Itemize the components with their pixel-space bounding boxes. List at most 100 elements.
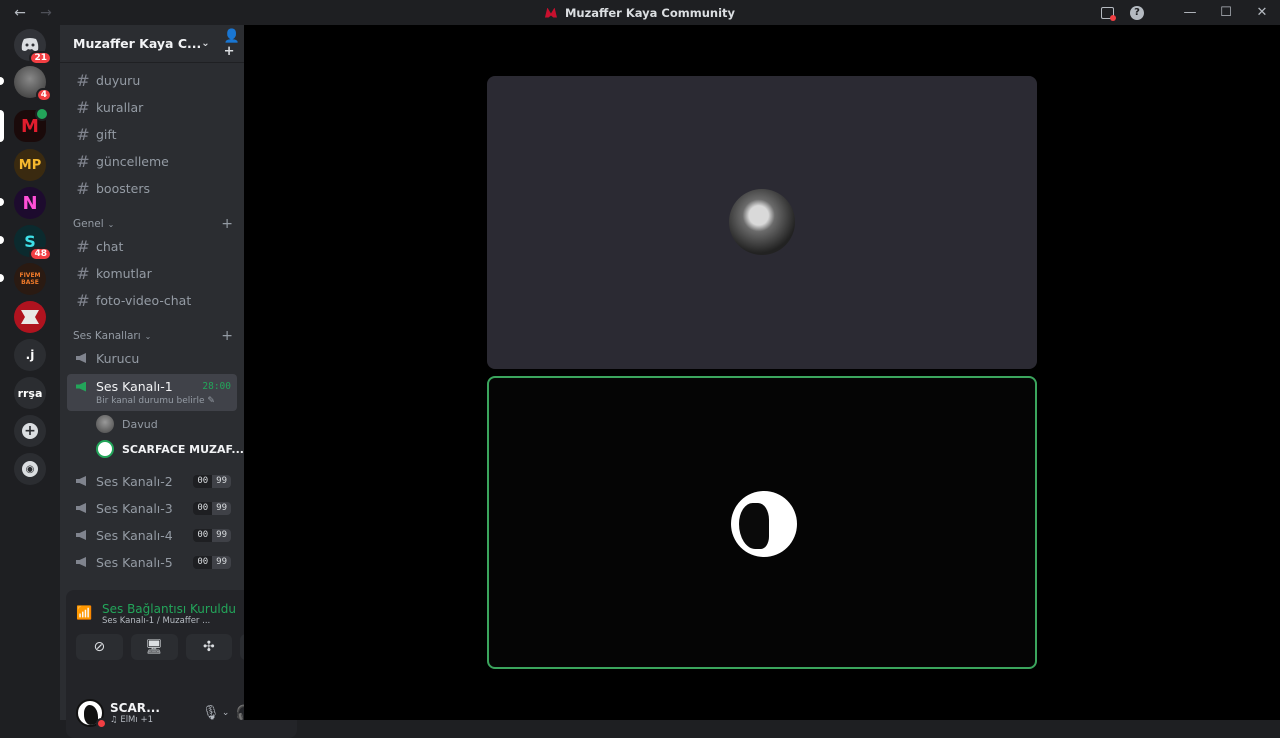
channel-label: duyuru bbox=[96, 72, 141, 88]
camera-off-button[interactable]: ⊘ bbox=[76, 634, 123, 660]
member-name: SCARFACE MUZAF... bbox=[122, 442, 244, 456]
avatar bbox=[96, 415, 114, 433]
discord-home-button[interactable]: 21 bbox=[14, 29, 52, 65]
category-genel[interactable]: Genel ⌄ + bbox=[73, 216, 233, 232]
channel-guncelleme[interactable]: # güncelleme bbox=[68, 149, 237, 173]
voice-channel-2[interactable]: Ses Kanalı-2 00 99 bbox=[68, 469, 237, 493]
window-title: Muzaffer Kaya Community bbox=[564, 5, 736, 20]
rrsa-server-icon[interactable]: rrşa bbox=[14, 377, 46, 409]
channel-label: Kurucu bbox=[96, 350, 140, 366]
channel-label: Ses Kanalı-5 bbox=[96, 554, 173, 570]
add-channel-icon[interactable]: + bbox=[221, 328, 233, 344]
user-activity: ♫ ElMı +1 bbox=[110, 715, 153, 725]
speaker-icon bbox=[74, 474, 92, 488]
unread-pill bbox=[0, 274, 4, 282]
speaker-icon bbox=[74, 501, 92, 515]
avatar bbox=[731, 491, 797, 557]
channel-label: Ses Kanalı-4 bbox=[96, 527, 173, 543]
voice-member[interactable]: Davud bbox=[96, 413, 158, 435]
username: SCAR... bbox=[110, 701, 160, 715]
channel-label: Ses Kanalı-3 bbox=[96, 500, 173, 516]
avatar bbox=[729, 189, 795, 255]
user-limit: 00 99 bbox=[193, 555, 231, 569]
channel-komutlar[interactable]: # komutlar bbox=[68, 261, 237, 285]
channel-gift[interactable]: # gift bbox=[68, 122, 237, 146]
channel-status[interactable]: Bir kanal durumu belirle ✎ bbox=[67, 396, 237, 406]
unread-pill bbox=[0, 77, 4, 85]
user-info[interactable]: SCAR... ♫ ElMı +1 bbox=[110, 701, 200, 725]
screen-share-button[interactable]: 🖥 bbox=[130, 634, 178, 660]
unread-pill bbox=[0, 236, 4, 244]
hash-icon: # bbox=[76, 124, 90, 144]
voice-channel-5[interactable]: Ses Kanalı-5 00 99 bbox=[68, 550, 237, 574]
channel-label: chat bbox=[96, 238, 124, 254]
inbox-icon bbox=[1100, 6, 1116, 21]
fivem-base-icon[interactable]: FIVEM BASE bbox=[14, 263, 46, 295]
hash-icon: # bbox=[76, 263, 90, 283]
inbox-button[interactable] bbox=[1092, 0, 1122, 25]
channel-sidebar: Muzaffer Kaya C... ⌄ 👤+ # duyuru # kuralla… bbox=[60, 25, 297, 738]
voice-status-title[interactable]: Ses Bağlantısı Kuruldu bbox=[102, 602, 235, 616]
discover-button[interactable]: ◉ bbox=[14, 453, 46, 485]
maximize-button[interactable]: ☐ bbox=[1208, 0, 1244, 25]
voice-status-subtitle[interactable]: Ses Kanalı-1 / Muzaffer ... bbox=[102, 616, 235, 626]
add-server-button[interactable]: + bbox=[14, 415, 46, 447]
channel-label: Ses Kanalı-2 bbox=[96, 473, 173, 489]
minimize-button[interactable]: — bbox=[1172, 0, 1208, 25]
muzaffer-server-icon[interactable]: M bbox=[14, 107, 49, 142]
invite-icon[interactable]: 👤+ bbox=[224, 29, 240, 59]
voice-channel-active[interactable]: Ses Kanalı-1 28:00 Bir kanal durumu beli… bbox=[67, 374, 237, 411]
category-voice[interactable]: Ses Kanalları ⌄ + bbox=[73, 328, 233, 344]
participant-tile[interactable] bbox=[487, 76, 1037, 369]
avatar bbox=[96, 440, 114, 458]
j-server-icon[interactable]: .j bbox=[14, 339, 46, 371]
activity-button[interactable]: ✣ bbox=[185, 634, 233, 660]
speaker-icon bbox=[74, 380, 92, 394]
hash-icon: # bbox=[76, 236, 90, 256]
channel-chat[interactable]: # chat bbox=[68, 234, 237, 258]
voice-channel-4[interactable]: Ses Kanalı-4 00 99 bbox=[68, 523, 237, 547]
help-button[interactable]: ? bbox=[1122, 0, 1152, 25]
chevron-down-icon: ⌄ bbox=[107, 219, 115, 229]
forward-icon[interactable]: → bbox=[38, 5, 54, 21]
server-header[interactable]: Muzaffer Kaya C... ⌄ 👤+ bbox=[60, 25, 244, 63]
speaker-icon bbox=[74, 351, 92, 365]
s-server-icon[interactable]: S 48 bbox=[14, 225, 52, 261]
signal-icon[interactable]: 📶 bbox=[76, 606, 94, 622]
speaker-icon bbox=[74, 555, 92, 569]
channel-label: gift bbox=[96, 126, 117, 142]
voice-member[interactable]: SCARFACE MUZAF... bbox=[96, 438, 244, 460]
server-list: 21 4 M MP N S 48 FIVEM BASE .j rrşa + ◉ bbox=[0, 25, 60, 720]
voice-channel-3[interactable]: Ses Kanalı-3 00 99 bbox=[68, 496, 237, 520]
back-icon[interactable]: ← bbox=[12, 5, 28, 21]
red-server-icon[interactable] bbox=[14, 301, 46, 333]
n-server-icon[interactable]: N bbox=[14, 187, 46, 219]
voice-channel-kurucu[interactable]: Kurucu bbox=[68, 346, 237, 370]
member-name: Davud bbox=[122, 417, 158, 431]
discord-icon bbox=[21, 38, 39, 51]
unread-badge: 48 bbox=[29, 247, 52, 261]
add-channel-icon[interactable]: + bbox=[221, 216, 233, 232]
selected-pill bbox=[0, 110, 4, 142]
channel-foto-video-chat[interactable]: # foto-video-chat bbox=[68, 288, 237, 312]
channel-label: boosters bbox=[96, 180, 150, 196]
close-button[interactable]: ✕ bbox=[1244, 0, 1280, 25]
user-limit: 00 99 bbox=[193, 528, 231, 542]
channel-label: foto-video-chat bbox=[96, 292, 192, 308]
category-label: Genel bbox=[73, 218, 104, 230]
mp-server-icon[interactable]: MP bbox=[14, 149, 46, 181]
channel-duyuru[interactable]: # duyuru bbox=[68, 68, 237, 92]
chevron-down-icon: ⌄ bbox=[201, 38, 210, 49]
add-server-icon: + bbox=[22, 423, 38, 439]
participant-tile-speaking[interactable] bbox=[487, 376, 1037, 669]
user-limit: 00 99 bbox=[193, 501, 231, 515]
channel-label: Ses Kanalı-1 bbox=[96, 379, 173, 394]
hash-icon: # bbox=[76, 178, 90, 198]
speaker-icon bbox=[74, 528, 92, 542]
channel-boosters[interactable]: # boosters bbox=[68, 176, 237, 200]
channel-kurallar[interactable]: # kurallar bbox=[68, 95, 237, 119]
mic-icon[interactable]: 🎙 bbox=[200, 699, 222, 727]
chevron-down-icon[interactable]: ⌄ bbox=[222, 708, 230, 718]
hash-icon: # bbox=[76, 151, 90, 171]
dm-avatar[interactable]: 4 bbox=[14, 66, 52, 102]
